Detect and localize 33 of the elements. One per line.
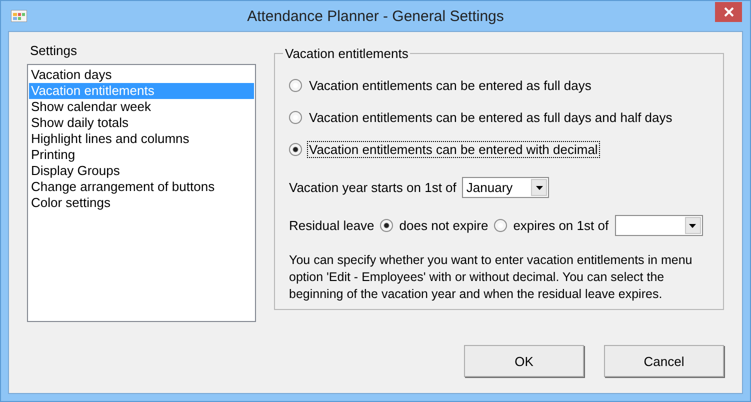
- window-title: Attendance Planner - General Settings: [247, 8, 504, 24]
- description-text: You can specify whether you want to enter vacation entitlements in menu option 'Edit - Employees' with or without decimal. You can select the beginning of the vacation year and when the residual leave expires.: [289, 252, 694, 303]
- year-start-label: Vacation year starts on 1st of: [289, 180, 456, 195]
- settings-item[interactable]: Show calendar week: [29, 99, 254, 115]
- radio-label[interactable]: Vacation entitlements can be entered as full days and half days: [308, 110, 674, 124]
- expiry-dropdown[interactable]: [614, 215, 703, 236]
- radio-label[interactable]: does not expire: [399, 218, 488, 233]
- ok-button[interactable]: OK: [464, 345, 584, 377]
- radio-label[interactable]: Vacation entitlements can be entered with decimal: [308, 142, 599, 156]
- residual-leave-label: Residual leave: [289, 218, 374, 233]
- cancel-button[interactable]: Cancel: [604, 345, 724, 377]
- settings-label: Settings: [30, 43, 78, 58]
- settings-item[interactable]: Show daily totals: [29, 115, 254, 131]
- group-title: Vacation entitlements: [284, 46, 410, 61]
- settings-item[interactable]: Highlight lines and columns: [29, 131, 254, 147]
- settings-item[interactable]: Change arrangement of buttons: [29, 179, 254, 195]
- settings-item[interactable]: Printing: [29, 147, 254, 163]
- close-icon: [724, 7, 734, 17]
- app-icon: [11, 10, 27, 22]
- dropdown-arrow-icon: [536, 186, 543, 190]
- radio-button[interactable]: [289, 142, 302, 156]
- month-dropdown[interactable]: January: [462, 177, 550, 198]
- settings-item[interactable]: Vacation days: [29, 67, 254, 83]
- settings-item[interactable]: Display Groups: [29, 163, 254, 179]
- radio-label[interactable]: Vacation entitlements can be entered as full days: [308, 78, 592, 92]
- radio-button[interactable]: [289, 78, 302, 92]
- radio-button[interactable]: [380, 219, 394, 232]
- radio-button[interactable]: [494, 219, 508, 232]
- radio-button[interactable]: [289, 110, 302, 124]
- close-button[interactable]: [715, 2, 742, 22]
- settings-item[interactable]: Color settings: [29, 195, 254, 211]
- dropdown-arrow-icon: [689, 224, 696, 228]
- radio-label[interactable]: expires on 1st of: [513, 218, 609, 233]
